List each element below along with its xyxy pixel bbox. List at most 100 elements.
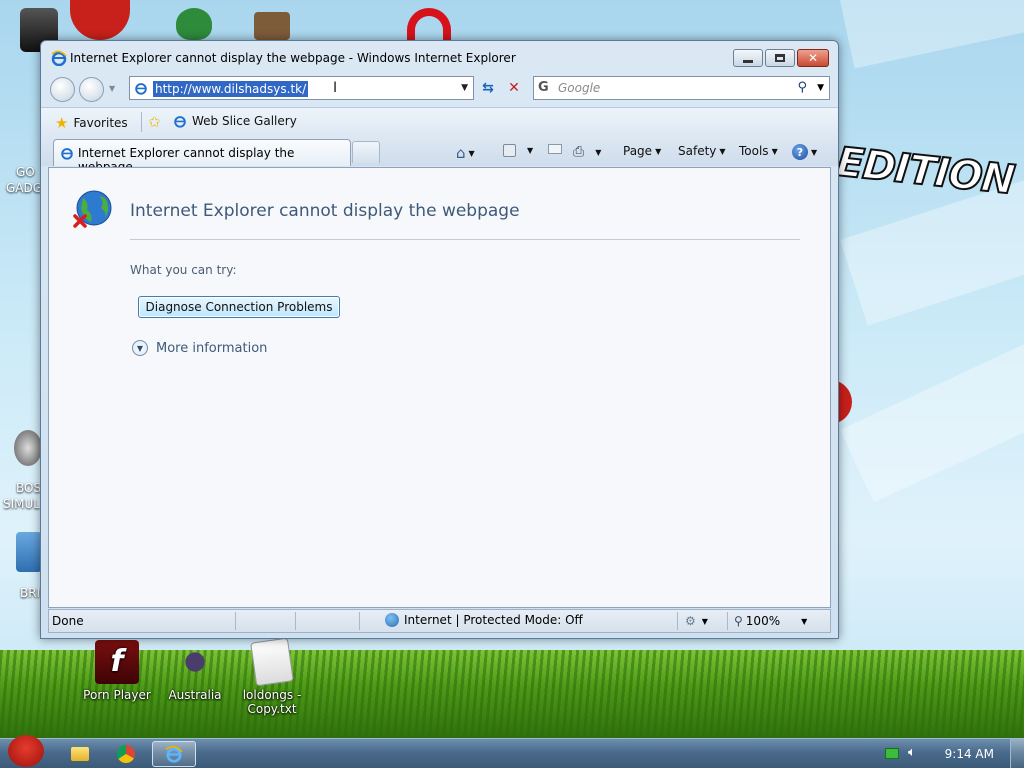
chevron-down-icon: ▼ xyxy=(595,147,602,157)
google-icon: G xyxy=(538,80,549,95)
status-separator xyxy=(677,612,678,630)
desktop-icon-label: Porn Player xyxy=(83,688,151,702)
favorites-bar: ★ Favorites ✩ Web Slice Gallery xyxy=(41,107,838,136)
volume-icon[interactable]: 🔈︎ xyxy=(908,745,916,760)
web-slice-gallery-label: Web Slice Gallery xyxy=(192,114,297,128)
search-icon[interactable]: ⚲ xyxy=(797,80,807,95)
more-information-label: More information xyxy=(156,340,268,356)
zoom-control[interactable]: ⚲ 100% ▼ xyxy=(734,614,807,628)
protected-mode-button[interactable]: ⚙ ▼ xyxy=(685,614,708,628)
desktop-icon-partial-3[interactable] xyxy=(254,12,290,40)
address-url[interactable]: http://www.dilshadsys.tk/ xyxy=(153,81,309,97)
printer-icon: ⎙ xyxy=(573,144,585,160)
chevron-down-icon: ▼ xyxy=(468,148,475,158)
chevron-down-icon: ▼ xyxy=(801,617,808,626)
window-title: Internet Explorer cannot display the web… xyxy=(70,51,516,65)
clock[interactable]: 9:14 AM xyxy=(945,747,994,761)
desktop-icon-porn-player[interactable]: f Porn Player xyxy=(77,640,157,702)
status-text: Done xyxy=(52,614,84,628)
feeds-button[interactable]: ▼ xyxy=(503,144,533,157)
chevron-down-icon: ▼ xyxy=(132,340,148,356)
ie-icon xyxy=(165,745,183,763)
ie-icon xyxy=(51,50,67,66)
close-button[interactable]: ✕ xyxy=(797,49,829,67)
new-tab-button[interactable] xyxy=(352,141,380,163)
page-content: Internet Explorer cannot display the web… xyxy=(48,167,831,608)
stop-button[interactable]: ✕ xyxy=(502,76,526,100)
flash-icon: f xyxy=(95,640,139,684)
refresh-button[interactable]: ⇆ xyxy=(476,76,500,100)
chevron-down-icon: ▼ xyxy=(719,146,726,156)
safety-menu[interactable]: Safety ▼ xyxy=(678,144,726,158)
status-separator xyxy=(295,612,296,630)
network-icon[interactable] xyxy=(885,748,899,759)
internet-globe-icon xyxy=(385,613,399,627)
start-button[interactable] xyxy=(2,731,48,768)
recent-pages-dropdown-icon[interactable]: ▼ xyxy=(109,84,115,93)
home-button[interactable]: ⌂ ▼ xyxy=(456,144,475,162)
desktop-partial-label-go: GO xyxy=(16,165,35,179)
tools-menu[interactable]: Tools ▼ xyxy=(739,144,778,158)
diagnose-connection-button[interactable]: Diagnose Connection Problems xyxy=(138,296,340,318)
favorites-label: Favorites xyxy=(73,116,128,130)
address-dropdown-icon[interactable]: ▼ xyxy=(461,83,468,93)
close-icon: ✕ xyxy=(807,51,819,65)
taskbar-explorer-button[interactable] xyxy=(60,741,100,767)
desktop-partial-icon-slingshot[interactable] xyxy=(16,532,42,572)
page-menu[interactable]: Page ▼ xyxy=(623,144,661,158)
globe-error-icon xyxy=(73,190,112,228)
star-icon: ★ xyxy=(55,114,69,132)
title-bar[interactable]: Internet Explorer cannot display the web… xyxy=(41,41,838,75)
desktop-icon-loldongs[interactable]: loldongs - Copy.txt xyxy=(232,637,312,716)
desktop-icon-label: loldongs - Copy.txt xyxy=(242,688,302,716)
text-file-icon xyxy=(250,637,294,687)
wallpaper-edition-text: EDITION xyxy=(833,138,1017,204)
status-separator xyxy=(727,612,728,630)
ie-page-icon xyxy=(61,148,73,160)
back-button[interactable] xyxy=(50,77,75,102)
desktop-icon-label: Australia xyxy=(168,688,222,702)
chevron-down-icon: ▼ xyxy=(655,146,662,156)
desktop-partial-label-gadg: GADG xyxy=(6,181,43,195)
chevron-down-icon: ▼ xyxy=(527,146,534,155)
ie-page-icon xyxy=(135,83,147,95)
print-button[interactable]: ⎙ ▼ xyxy=(573,144,601,160)
tab-current[interactable]: Internet Explorer cannot display the web… xyxy=(53,139,351,174)
add-to-favorites-icon[interactable]: ✩ xyxy=(148,113,161,131)
web-slice-gallery-link[interactable]: Web Slice Gallery xyxy=(173,114,297,128)
page-menu-label: Page xyxy=(623,144,653,158)
text-cursor-icon: I xyxy=(333,80,338,96)
desktop-icon-australia[interactable]: Australia xyxy=(155,640,235,702)
divider xyxy=(130,239,800,240)
desktop-icon-partial-2[interactable] xyxy=(176,8,212,40)
help-menu[interactable]: ? ▼ xyxy=(792,144,817,160)
taskbar-ie-button[interactable] xyxy=(152,741,196,767)
red-bird-top xyxy=(70,0,130,40)
spider-icon xyxy=(173,640,217,684)
search-placeholder: Google xyxy=(558,81,601,95)
mail-icon xyxy=(548,144,562,154)
add-on-icon: ⚙ xyxy=(685,614,696,628)
desktop-partial-icon-gear[interactable] xyxy=(14,430,42,466)
safety-menu-label: Safety xyxy=(678,144,717,158)
show-desktop-button[interactable] xyxy=(1010,739,1024,768)
desktop-icon-opera-partial[interactable] xyxy=(407,8,451,40)
status-separator xyxy=(235,612,236,630)
chrome-icon xyxy=(117,745,135,763)
search-options-dropdown-icon[interactable]: ▼ xyxy=(817,83,824,93)
ie-window: Internet Explorer cannot display the web… xyxy=(40,40,839,639)
taskbar: 🔈︎ 9:14 AM xyxy=(0,735,1024,768)
security-zone[interactable]: Internet | Protected Mode: Off xyxy=(385,613,583,627)
search-box[interactable]: G Google ⚲ ▼ xyxy=(533,76,830,100)
chevron-down-icon: ▼ xyxy=(771,146,778,156)
favorites-button[interactable]: ★ Favorites xyxy=(55,114,128,132)
minimize-icon xyxy=(743,59,753,63)
forward-button[interactable] xyxy=(79,77,104,102)
rss-icon xyxy=(503,144,516,157)
more-information-toggle[interactable]: ▼ More information xyxy=(132,340,267,356)
taskbar-chrome-button[interactable] xyxy=(106,741,146,767)
maximize-button[interactable] xyxy=(765,49,795,67)
address-bar[interactable]: http://www.dilshadsys.tk/ I ▼ xyxy=(129,76,474,100)
read-mail-button[interactable] xyxy=(548,144,562,154)
minimize-button[interactable] xyxy=(733,49,763,67)
